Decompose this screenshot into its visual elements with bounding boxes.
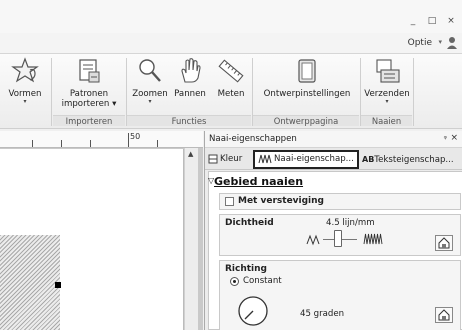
group-separator — [51, 58, 52, 126]
maximize-button[interactable]: □ — [427, 16, 437, 26]
hand-icon — [181, 58, 201, 83]
panel-tabs: Kleur Naai-eigenschap... ABTeksteigensch… — [205, 148, 462, 170]
options-dropdown-arrow[interactable]: ▾ — [438, 38, 442, 46]
send-machine-icon — [376, 59, 400, 83]
star-shapes-icon — [11, 57, 39, 83]
group-label-naaien: Naaien — [361, 115, 412, 126]
patronen-importeren-button[interactable]: Patronen importeren ▾ — [56, 56, 122, 109]
title-bar: _ □ × — [0, 0, 462, 33]
ruler-icon — [218, 59, 244, 83]
home-icon — [438, 237, 450, 249]
pin-icon[interactable]: ᵠ — [444, 134, 447, 143]
density-slider-thumb[interactable] — [334, 230, 342, 247]
reinforcement-row: Met versteviging — [219, 193, 461, 210]
group-label-functies: Functies — [127, 115, 251, 126]
design-settings-icon — [298, 59, 316, 83]
user-icon[interactable] — [446, 36, 458, 50]
ontwerpinstellingen-button[interactable]: Ontwerpinstellingen — [257, 56, 357, 99]
tab-teksteigenschappen[interactable]: ABTeksteigenschap... — [362, 152, 454, 168]
design-canvas-area: 50 ▲ — [0, 131, 203, 330]
ruler-tick — [128, 133, 129, 147]
meten-button[interactable]: Meten — [214, 56, 248, 99]
scroll-up-arrow[interactable]: ▲ — [188, 150, 193, 158]
density-row: Dichtheid 4.5 lijn/mm — [219, 214, 461, 256]
direction-default-button[interactable] — [435, 307, 453, 323]
section-title[interactable]: Gebied naaien — [214, 175, 303, 188]
ribbon: Vormen ▾ Patronen importeren ▾ Zoomen ▾ … — [0, 54, 462, 129]
vormen-button[interactable]: Vormen ▾ — [2, 56, 48, 105]
density-label: Dichtheid — [225, 218, 274, 228]
close-window-button[interactable]: × — [446, 16, 456, 26]
direction-label: Richting — [225, 264, 267, 274]
window-controls: _ □ × — [408, 16, 456, 26]
sparse-stitch-icon — [306, 234, 320, 246]
constant-radio-label: Constant — [243, 276, 282, 286]
group-label-ontwerppagina: Ontwerppagina — [253, 115, 359, 126]
text-props-icon: AB — [362, 155, 375, 164]
properties-content: ▽ Gebied naaien Met versteviging Dichthe… — [208, 171, 462, 330]
magnifier-icon — [139, 59, 161, 82]
density-value: 4.5 lijn/mm — [326, 218, 375, 228]
tab-kleur[interactable]: Kleur — [208, 152, 242, 168]
design-page[interactable] — [0, 149, 184, 330]
pannen-button[interactable]: Pannen — [170, 56, 210, 99]
embroidery-shape[interactable] — [0, 235, 60, 330]
ruler-tick — [32, 140, 33, 147]
reinforcement-checkbox[interactable] — [225, 197, 234, 206]
panel-title-bar: Naai-eigenschappen ᵠ × — [205, 131, 462, 148]
selection-handle[interactable] — [55, 282, 61, 288]
tab-naai-eigenschappen[interactable]: Naai-eigenschap... — [253, 150, 359, 169]
panel-close-button[interactable]: × — [450, 133, 458, 143]
color-icon — [208, 154, 218, 163]
import-pattern-icon — [79, 59, 100, 83]
home-icon — [438, 309, 450, 321]
angle-value: 45 graden — [300, 309, 345, 319]
group-label-importeren: Importeren — [53, 115, 125, 126]
ruler-tick — [90, 140, 91, 147]
options-bar: Optie ▾ — [0, 33, 462, 54]
ruler-tick — [157, 140, 158, 147]
minimize-button[interactable]: _ — [408, 16, 418, 26]
options-menu[interactable]: Optie — [408, 38, 432, 48]
direction-row: Richting Constant 45 graden — [219, 260, 461, 330]
zoomen-button[interactable]: Zoomen ▾ — [131, 56, 169, 105]
dense-stitch-icon — [363, 233, 383, 245]
panel-title: Naai-eigenschappen — [209, 134, 297, 144]
sewing-properties-panel: Naai-eigenschappen ᵠ × Kleur Naai-eigens… — [204, 131, 462, 330]
verzenden-button[interactable]: Verzenden ▾ — [364, 56, 410, 105]
horizontal-ruler: 50 — [0, 131, 203, 148]
stitch-icon — [258, 154, 272, 163]
ruler-tick — [61, 140, 62, 147]
vertical-scrollbar[interactable]: ▲ — [184, 148, 198, 330]
ruler-label: 50 — [130, 132, 141, 141]
constant-radio[interactable] — [230, 277, 239, 286]
reinforcement-label: Met versteviging — [238, 196, 324, 206]
density-default-button[interactable] — [435, 235, 453, 251]
angle-dial-icon[interactable] — [236, 294, 270, 328]
group-separator — [413, 58, 414, 126]
